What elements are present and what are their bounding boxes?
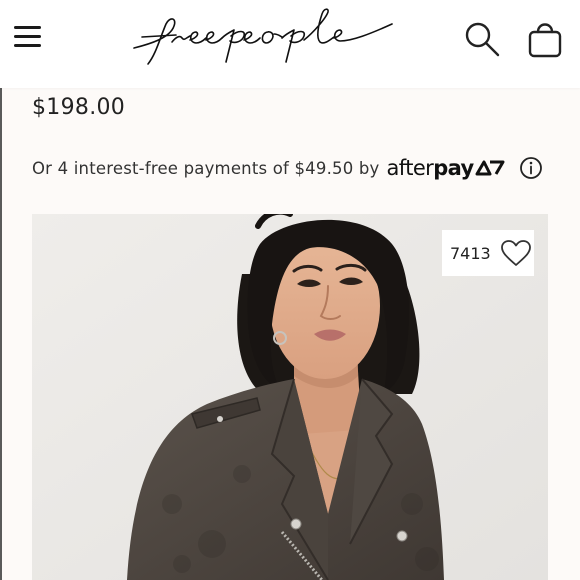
shopping-bag-button[interactable] — [526, 18, 564, 60]
afterpay-brand-regular: after — [386, 156, 434, 180]
afterpay-brand-bold: pay — [433, 156, 474, 180]
heart-icon — [500, 240, 531, 266]
search-icon — [465, 22, 500, 57]
shopping-bag-icon — [528, 23, 562, 58]
site-header — [0, 0, 580, 88]
afterpay-message: Or 4 interest-free payments of $49.50 by… — [32, 154, 505, 182]
afterpay-installment-text: Or 4 interest-free payments of $49.50 by — [32, 158, 380, 178]
product-page: $198.00 Or 4 interest-free payments of $… — [0, 0, 580, 580]
hamburger-menu-line — [14, 35, 41, 38]
product-price: $198.00 — [32, 95, 126, 120]
hamburger-menu-line — [14, 44, 41, 47]
favorite-button[interactable]: 7413 — [442, 230, 534, 276]
free-people-logo[interactable] — [130, 4, 405, 68]
afterpay-logo: after pay — [387, 156, 505, 180]
search-button[interactable] — [463, 20, 501, 58]
favorite-count: 7413 — [450, 243, 491, 263]
menu-button[interactable] — [14, 22, 44, 50]
hamburger-menu-icon — [14, 26, 41, 29]
info-button[interactable] — [519, 156, 543, 180]
info-icon — [520, 157, 542, 179]
afterpay-arrows-icon — [475, 160, 505, 176]
